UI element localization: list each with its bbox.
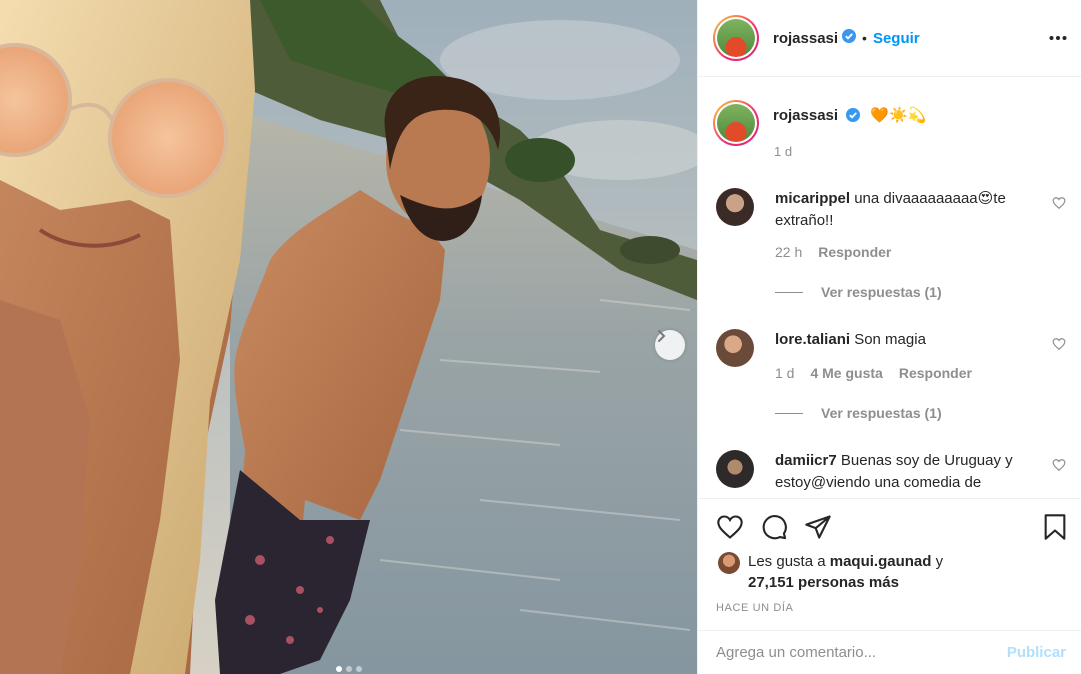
carousel-indicator xyxy=(0,666,697,672)
post-timestamp[interactable]: HACE UN DÍA xyxy=(716,602,794,614)
more-options-icon[interactable] xyxy=(1048,28,1068,53)
verified-badge-icon xyxy=(846,108,861,126)
caption-username[interactable]: rojassasi xyxy=(773,107,838,124)
reply-button[interactable]: Responder xyxy=(899,365,972,381)
post-side-panel: rojassasi • Seguir rojassasi 🧡☀️💫 1 d mi… xyxy=(697,0,1081,674)
next-photo-button[interactable] xyxy=(655,330,685,360)
comment-username[interactable]: micarippel xyxy=(775,190,850,207)
separator-dot: • xyxy=(862,30,867,46)
view-replies-label: Ver respuestas (1) xyxy=(821,405,942,421)
comment-body: damiicr7 Buenas soy de Uruguay y estoy@v… xyxy=(775,450,1037,494)
reply-button[interactable]: Responder xyxy=(818,244,891,260)
replies-line xyxy=(775,412,803,414)
caption-timestamp[interactable]: 1 d xyxy=(774,144,792,159)
comment-username[interactable]: lore.taliani xyxy=(775,331,850,348)
view-replies-label: Ver respuestas (1) xyxy=(821,284,942,300)
action-icons xyxy=(716,513,832,546)
avatar[interactable] xyxy=(716,188,754,226)
view-replies-button[interactable]: Ver respuestas (1) xyxy=(775,405,942,421)
comment-text: Son magia xyxy=(854,331,926,348)
comment-username[interactable]: damiicr7 xyxy=(775,452,837,469)
comments-list[interactable]: rojassasi 🧡☀️💫 1 d micarippel una divaaa… xyxy=(698,78,1081,498)
comment-body: lore.taliani Son magia xyxy=(775,329,1037,351)
comment-icon[interactable] xyxy=(760,513,788,546)
comment-meta: 1 d 4 Me gusta Responder xyxy=(775,365,972,381)
post-caption: rojassasi 🧡☀️💫 xyxy=(713,100,926,146)
comment-likes[interactable]: 4 Me gusta xyxy=(810,365,882,381)
comment-body: micarippel una divaaaaaaaaa😍te extraño!! xyxy=(775,188,1037,232)
post-photo[interactable] xyxy=(0,0,697,674)
likes-and: y xyxy=(935,553,944,570)
avatar[interactable] xyxy=(713,100,759,146)
caption-text: 🧡☀️💫 xyxy=(870,107,927,124)
carousel-dot xyxy=(355,666,362,672)
like-comment-heart-icon[interactable] xyxy=(1052,196,1066,215)
carousel-dot xyxy=(335,666,342,672)
like-comment-heart-icon[interactable] xyxy=(1052,337,1066,356)
follow-button[interactable]: Seguir xyxy=(873,30,920,47)
add-comment-bar: Publicar xyxy=(698,630,1081,674)
bookmark-icon[interactable] xyxy=(1042,513,1068,546)
like-comment-heart-icon[interactable] xyxy=(1052,458,1066,477)
post-header: rojassasi • Seguir xyxy=(698,0,1081,77)
view-replies-button[interactable]: Ver respuestas (1) xyxy=(775,284,942,300)
comment-meta: 22 h Responder xyxy=(775,244,891,260)
avatar[interactable] xyxy=(716,450,754,488)
likes-count[interactable]: 27,151 personas más xyxy=(748,574,899,591)
publish-button[interactable]: Publicar xyxy=(1007,644,1066,661)
author-username[interactable]: rojassasi xyxy=(773,30,838,47)
comment-time[interactable]: 22 h xyxy=(775,244,802,260)
comment-input[interactable] xyxy=(716,644,1007,661)
carousel-dot xyxy=(345,666,352,672)
avatar[interactable] xyxy=(713,15,759,61)
share-icon[interactable] xyxy=(804,513,832,546)
heart-icon[interactable] xyxy=(716,513,744,546)
photo-scene xyxy=(0,0,697,674)
verified-badge-icon xyxy=(842,28,857,48)
likes-summary[interactable]: Les gusta a maqui.gaunad y 27,151 person… xyxy=(718,551,943,593)
chevron-right-icon xyxy=(658,330,666,342)
replies-line xyxy=(775,291,803,293)
avatar xyxy=(718,552,740,574)
likes-prefix: Les gusta a xyxy=(748,553,826,570)
avatar[interactable] xyxy=(716,329,754,367)
comment-time[interactable]: 1 d xyxy=(775,365,794,381)
likes-user-link[interactable]: maqui.gaunad xyxy=(830,553,932,570)
